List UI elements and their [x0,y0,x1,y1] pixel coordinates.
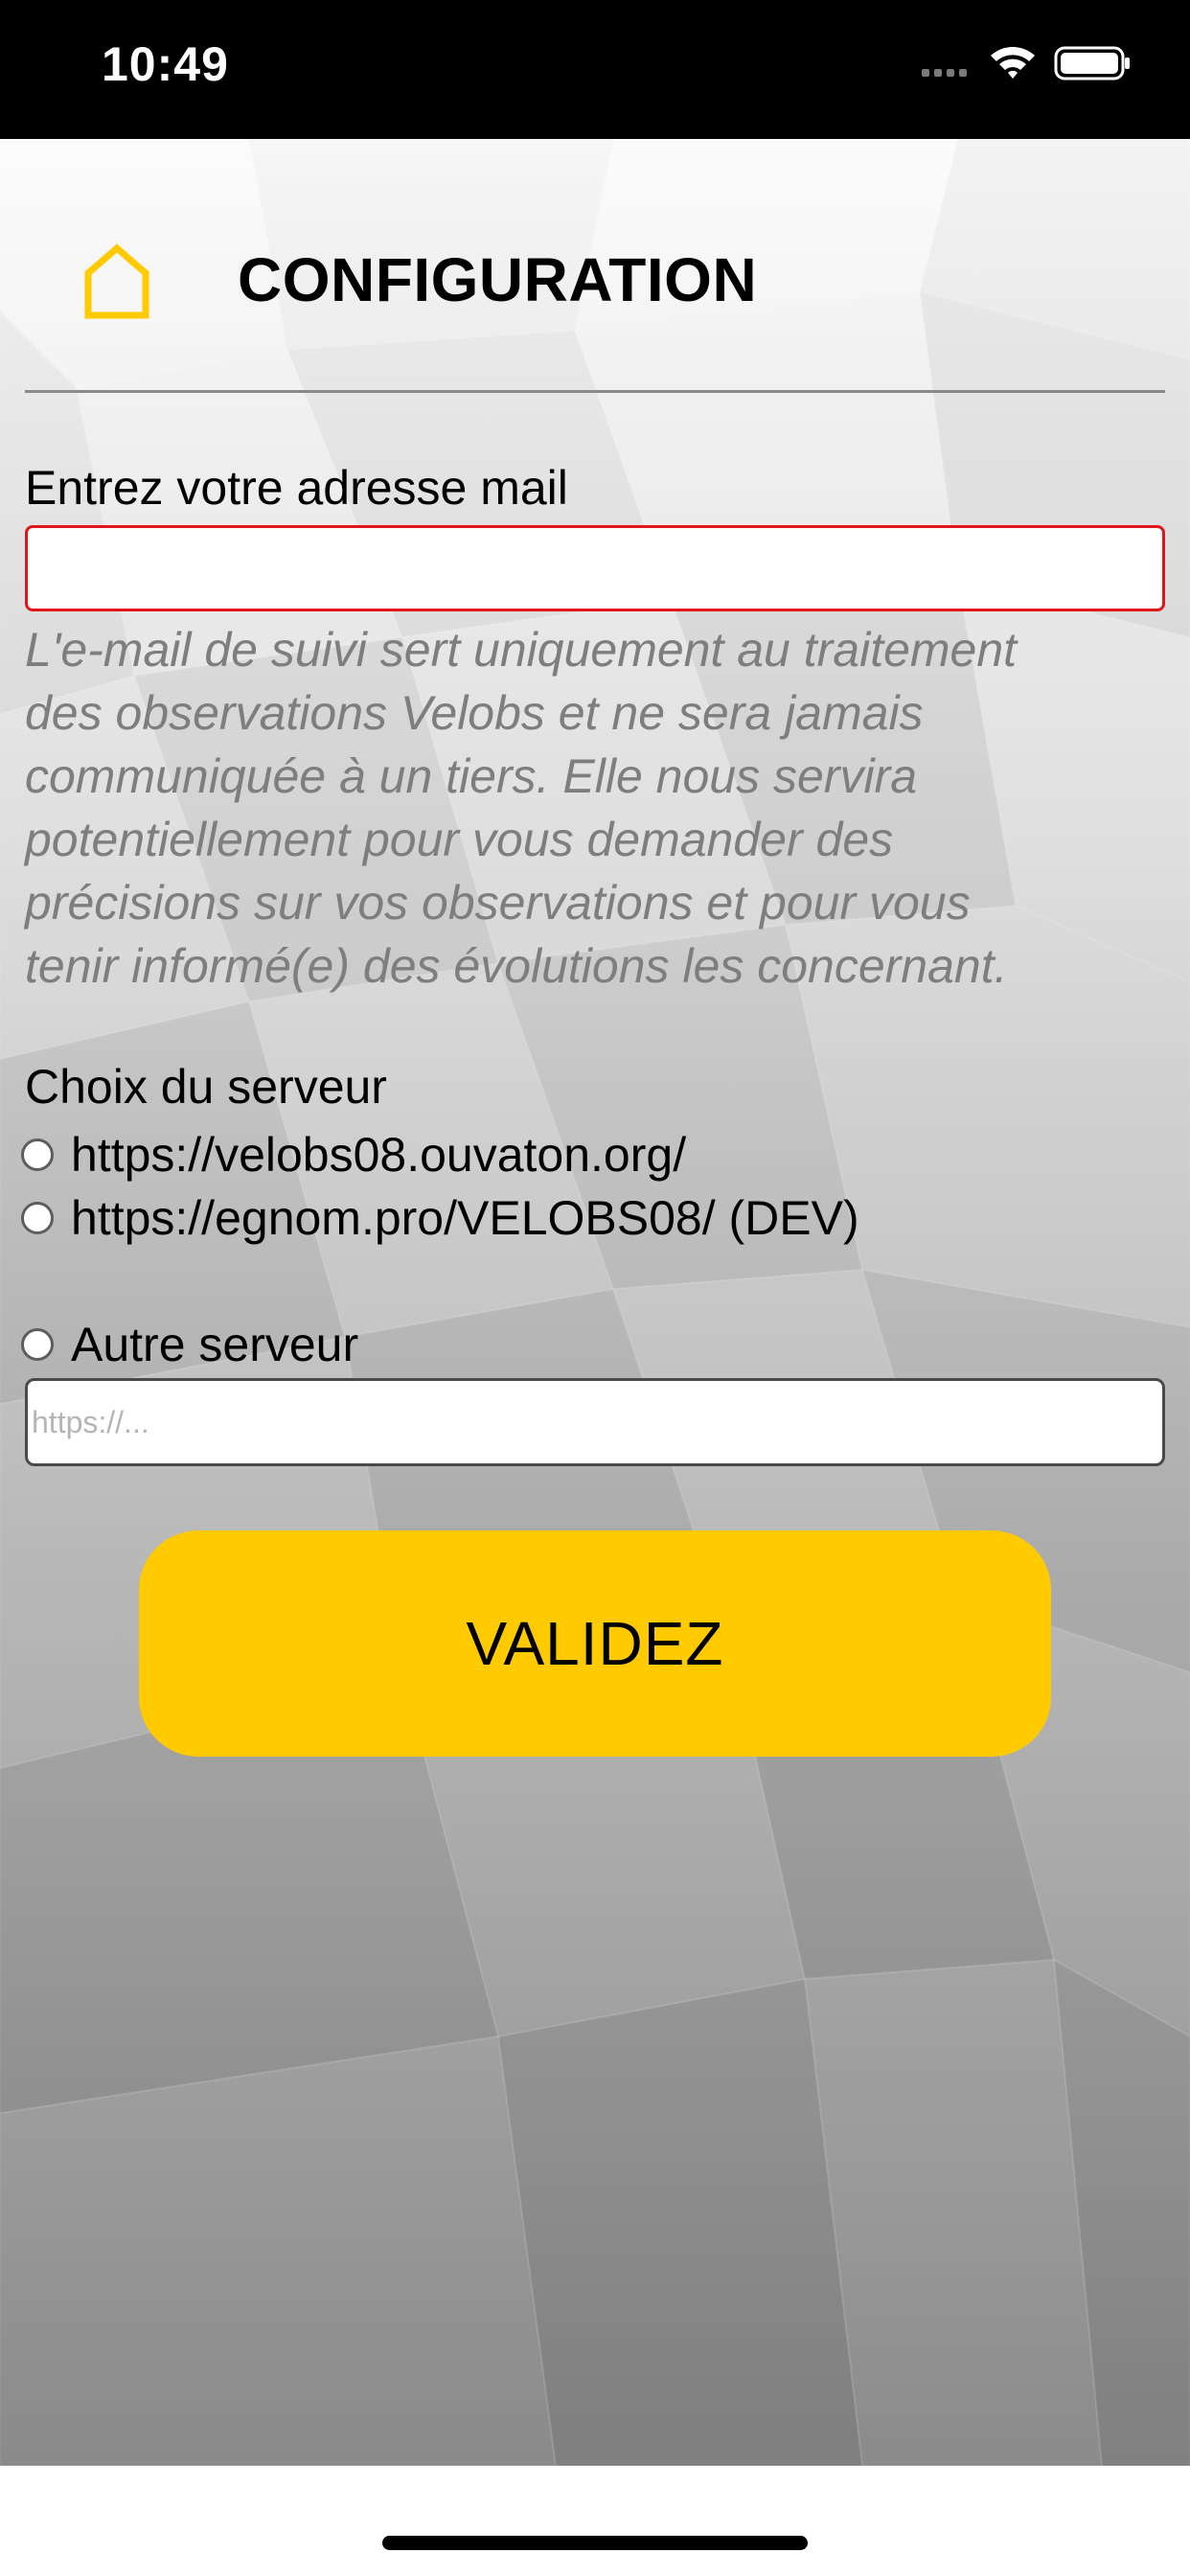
status-bar: 10:49 [0,0,1190,139]
server-option-label: https://egnom.pro/VELOBS08/ (DEV) [71,1191,859,1245]
home-icon[interactable] [82,242,151,321]
email-label: Entrez votre adresse mail [25,461,568,515]
note-line: des observations Velobs et ne sera jamai… [25,686,924,740]
page-title: CONFIGURATION [238,245,758,314]
signal-icon [922,69,967,77]
server-option-label: Autre serveur [71,1318,359,1371]
main-content: CONFIGURATION Entrez votre adresse mail … [0,139,1190,2466]
note-line: L'e-mail de suivi sert uniquement au tra… [25,623,1018,677]
server-option-ouvaton[interactable]: https://velobs08.ouvaton.org/ [21,1126,686,1184]
server-option-other[interactable]: Autre serveur [21,1316,358,1373]
radio-button[interactable] [21,1138,54,1171]
email-field[interactable] [25,525,1165,611]
radio-button[interactable] [21,1202,54,1234]
server-option-egnom-dev[interactable]: https://egnom.pro/VELOBS08/ (DEV) [21,1189,859,1247]
battery-icon [1054,46,1130,80]
note-line: potentiellement pour vous demander des [25,813,894,866]
server-option-label: https://velobs08.ouvaton.org/ [71,1128,687,1182]
status-icons [922,46,1130,80]
validate-button[interactable]: VALIDEZ [139,1530,1051,1757]
server-choice-heading: Choix du serveur [25,1060,387,1114]
wifi-icon [991,47,1035,79]
header: CONFIGURATION [0,139,1190,393]
note-line: précisions sur vos observations et pour … [25,876,971,930]
note-line: communiquée à un tiers. Elle nous servir… [25,749,918,803]
note-line: tenir informé(e) des évolutions les conc… [25,939,1008,993]
bottom-safe-area [0,2466,1190,2576]
email-privacy-note: L'e-mail de suivi sert uniquement au tra… [25,618,1175,998]
status-time: 10:49 [102,37,229,91]
radio-button[interactable] [21,1328,54,1361]
custom-server-input[interactable] [25,1378,1165,1466]
header-divider [25,390,1165,393]
home-indicator[interactable] [382,2536,808,2550]
